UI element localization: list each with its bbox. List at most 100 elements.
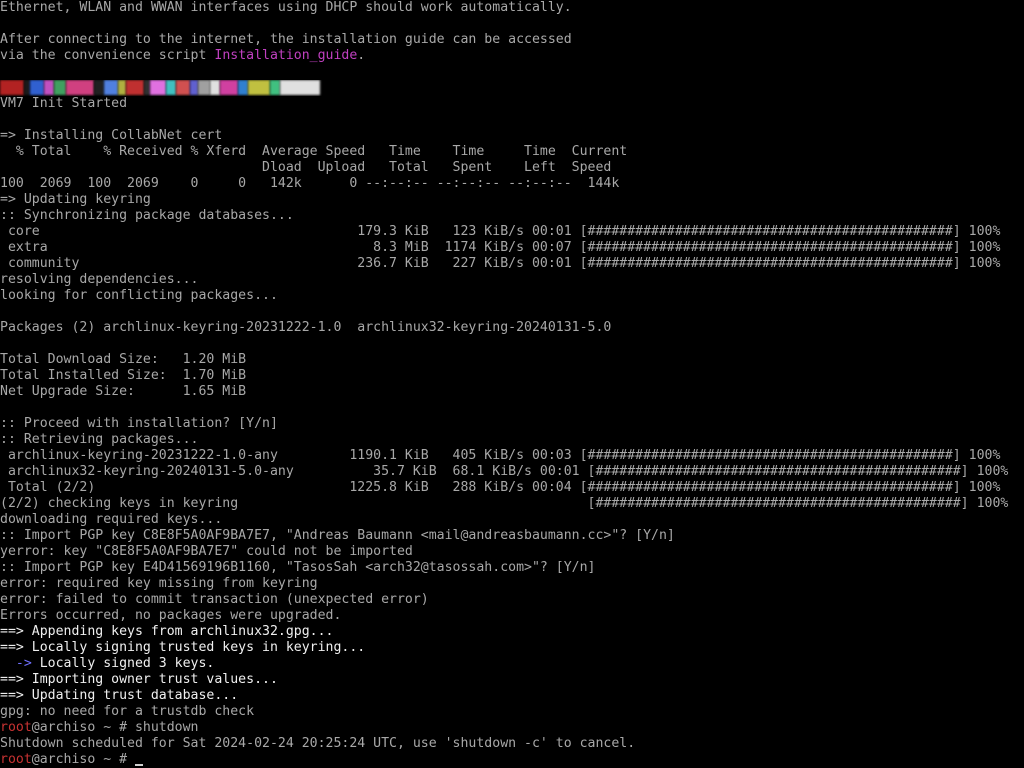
banner-block xyxy=(94,80,104,95)
terminal-line: Total (2/2) 1225.8 KiB 288 KiB/s 00:04 [… xyxy=(0,480,1024,496)
line-text: yerror: key "C8E8F5A0AF9BA7E7" could not… xyxy=(0,544,413,559)
prompt-user: root xyxy=(0,752,32,767)
terminal-line: 100 2069 100 2069 0 0 142k 0 --:--:-- --… xyxy=(0,176,1024,192)
banner-block xyxy=(210,80,220,95)
line-text: Errors occurred, no packages were upgrad… xyxy=(0,608,342,623)
line-text: VM7 Init Started xyxy=(0,96,128,111)
terminal-line: core 179.3 KiB 123 KiB/s 00:01 [########… xyxy=(0,224,1024,240)
line-text: @archiso ~ # xyxy=(31,752,135,767)
line-text: error: failed to commit transaction (une… xyxy=(0,592,429,607)
line-text: 100 2069 100 2069 0 0 142k 0 --:--:-- --… xyxy=(0,176,620,191)
banner-block xyxy=(66,80,94,95)
terminal-line: yerror: key "C8E8F5A0AF9BA7E7" could not… xyxy=(0,544,1024,560)
terminal-line: downloading required keys... xyxy=(0,512,1024,528)
line-text: community 236.7 KiB 227 KiB/s 00:01 [###… xyxy=(0,256,1001,271)
terminal-line: root@archiso ~ # xyxy=(0,752,1024,768)
terminal-line: :: Synchronizing package databases... xyxy=(0,208,1024,224)
banner-block xyxy=(30,80,44,95)
line-text: ==> Locally signing trusted keys in keyr… xyxy=(0,640,366,655)
line-text: error: required key missing from keyring xyxy=(0,576,318,591)
banner-block xyxy=(118,80,126,95)
blurred-banner xyxy=(0,80,1024,96)
terminal-line: :: Proceed with installation? [Y/n] xyxy=(0,416,1024,432)
line-text: ==> Importing owner trust values... xyxy=(0,672,278,687)
line-text: :: Import PGP key E4D41569196B1160, "Tas… xyxy=(0,560,596,575)
line-text: :: Import PGP key C8E8F5A0AF9BA7E7, "And… xyxy=(0,528,675,543)
line-text: % Total % Received % Xferd Average Speed… xyxy=(0,144,628,159)
banner-block xyxy=(104,80,118,95)
terminal-line: ==> Appending keys from archlinux32.gpg.… xyxy=(0,624,1024,640)
terminal-line: :: Import PGP key E4D41569196B1160, "Tas… xyxy=(0,560,1024,576)
line-text: looking for conflicting packages... xyxy=(0,288,278,303)
terminal-line: Ethernet, WLAN and WWAN interfaces using… xyxy=(0,0,1024,16)
terminal-line: resolving dependencies... xyxy=(0,272,1024,288)
line-text: resolving dependencies... xyxy=(0,272,199,287)
banner-block xyxy=(220,80,238,95)
banner-block xyxy=(270,80,280,95)
line-text: Total (2/2) 1225.8 KiB 288 KiB/s 00:04 [… xyxy=(0,480,1001,495)
line-text: ==> Appending keys from archlinux32.gpg.… xyxy=(0,624,334,639)
terminal-line: Dload Upload Total Spent Left Speed xyxy=(0,160,1024,176)
line-text: Net Upgrade Size: 1.65 MiB xyxy=(0,384,247,399)
line-text: Dload Upload Total Spent Left Speed xyxy=(0,160,612,175)
terminal-line: Net Upgrade Size: 1.65 MiB xyxy=(0,384,1024,400)
text-cursor xyxy=(134,764,143,766)
banner-block xyxy=(190,80,198,95)
banner-block xyxy=(0,80,24,95)
banner-block xyxy=(238,80,248,95)
terminal-line: archlinux-keyring-20231222-1.0-any 1190.… xyxy=(0,448,1024,464)
terminal-line: extra 8.3 MiB 1174 KiB/s 00:07 [########… xyxy=(0,240,1024,256)
line-text: :: Retrieving packages... xyxy=(0,432,199,447)
banner-block xyxy=(198,80,210,95)
terminal-line: VM7 Init Started xyxy=(0,96,1024,112)
banner-block xyxy=(166,80,176,95)
line-text: => Updating keyring xyxy=(0,192,151,207)
banner-block xyxy=(176,80,190,95)
line-text: Total Download Size: 1.20 MiB xyxy=(0,352,247,367)
terminal-line: archlinux32-keyring-20240131-5.0-any 35.… xyxy=(0,464,1024,480)
line-text: -> xyxy=(0,656,40,671)
line-text: => Installing CollabNet cert xyxy=(0,128,223,143)
terminal-line: :: Retrieving packages... xyxy=(0,432,1024,448)
banner-block xyxy=(248,80,270,95)
line-text: :: Proceed with installation? [Y/n] xyxy=(0,416,278,431)
line-text: downloading required keys... xyxy=(0,512,223,527)
terminal-line: gpg: no need for a trustdb check xyxy=(0,704,1024,720)
line-text: extra 8.3 MiB 1174 KiB/s 00:07 [########… xyxy=(0,240,1001,255)
banner-block xyxy=(54,80,66,95)
terminal-line: ==> Locally signing trusted keys in keyr… xyxy=(0,640,1024,656)
line-text: via the convenience script xyxy=(0,48,215,63)
line-text: Ethernet, WLAN and WWAN interfaces using… xyxy=(0,0,572,15)
terminal-line: root@archiso ~ # shutdown xyxy=(0,720,1024,736)
terminal-line: via the convenience script Installation_… xyxy=(0,48,1024,64)
terminal-line: (2/2) checking keys in keyring [########… xyxy=(0,496,1024,512)
banner-block xyxy=(126,80,144,95)
prompt-user: root xyxy=(0,720,32,735)
line-text: archlinux32-keyring-20240131-5.0-any 35.… xyxy=(0,464,1009,479)
line-text: ==> Updating trust database... xyxy=(0,688,239,703)
terminal-line: After connecting to the internet, the in… xyxy=(0,32,1024,48)
terminal-line: Packages (2) archlinux-keyring-20231222-… xyxy=(0,320,1024,336)
banner-block xyxy=(150,80,166,95)
line-text: core 179.3 KiB 123 KiB/s 00:01 [########… xyxy=(0,224,1001,239)
line-text: . xyxy=(357,48,366,63)
terminal-line: -> Locally signed 3 keys. xyxy=(0,656,1024,672)
terminal-line: Total Installed Size: 1.70 MiB xyxy=(0,368,1024,384)
banner-block xyxy=(44,80,54,95)
terminal-screen[interactable]: Ethernet, WLAN and WWAN interfaces using… xyxy=(0,0,1024,768)
terminal-line: :: Import PGP key C8E8F5A0AF9BA7E7, "And… xyxy=(0,528,1024,544)
script-name: Installation_guide xyxy=(214,48,358,63)
line-text: Shutdown scheduled for Sat 2024-02-24 20… xyxy=(0,736,636,751)
line-text: After connecting to the internet, the in… xyxy=(0,32,572,47)
line-text: Total Installed Size: 1.70 MiB xyxy=(0,368,247,383)
line-text: @archiso ~ # shutdown xyxy=(31,720,199,735)
line-text: :: Synchronizing package databases... xyxy=(0,208,294,223)
line-text: (2/2) checking keys in keyring [########… xyxy=(0,496,1009,511)
terminal-line: Total Download Size: 1.20 MiB xyxy=(0,352,1024,368)
